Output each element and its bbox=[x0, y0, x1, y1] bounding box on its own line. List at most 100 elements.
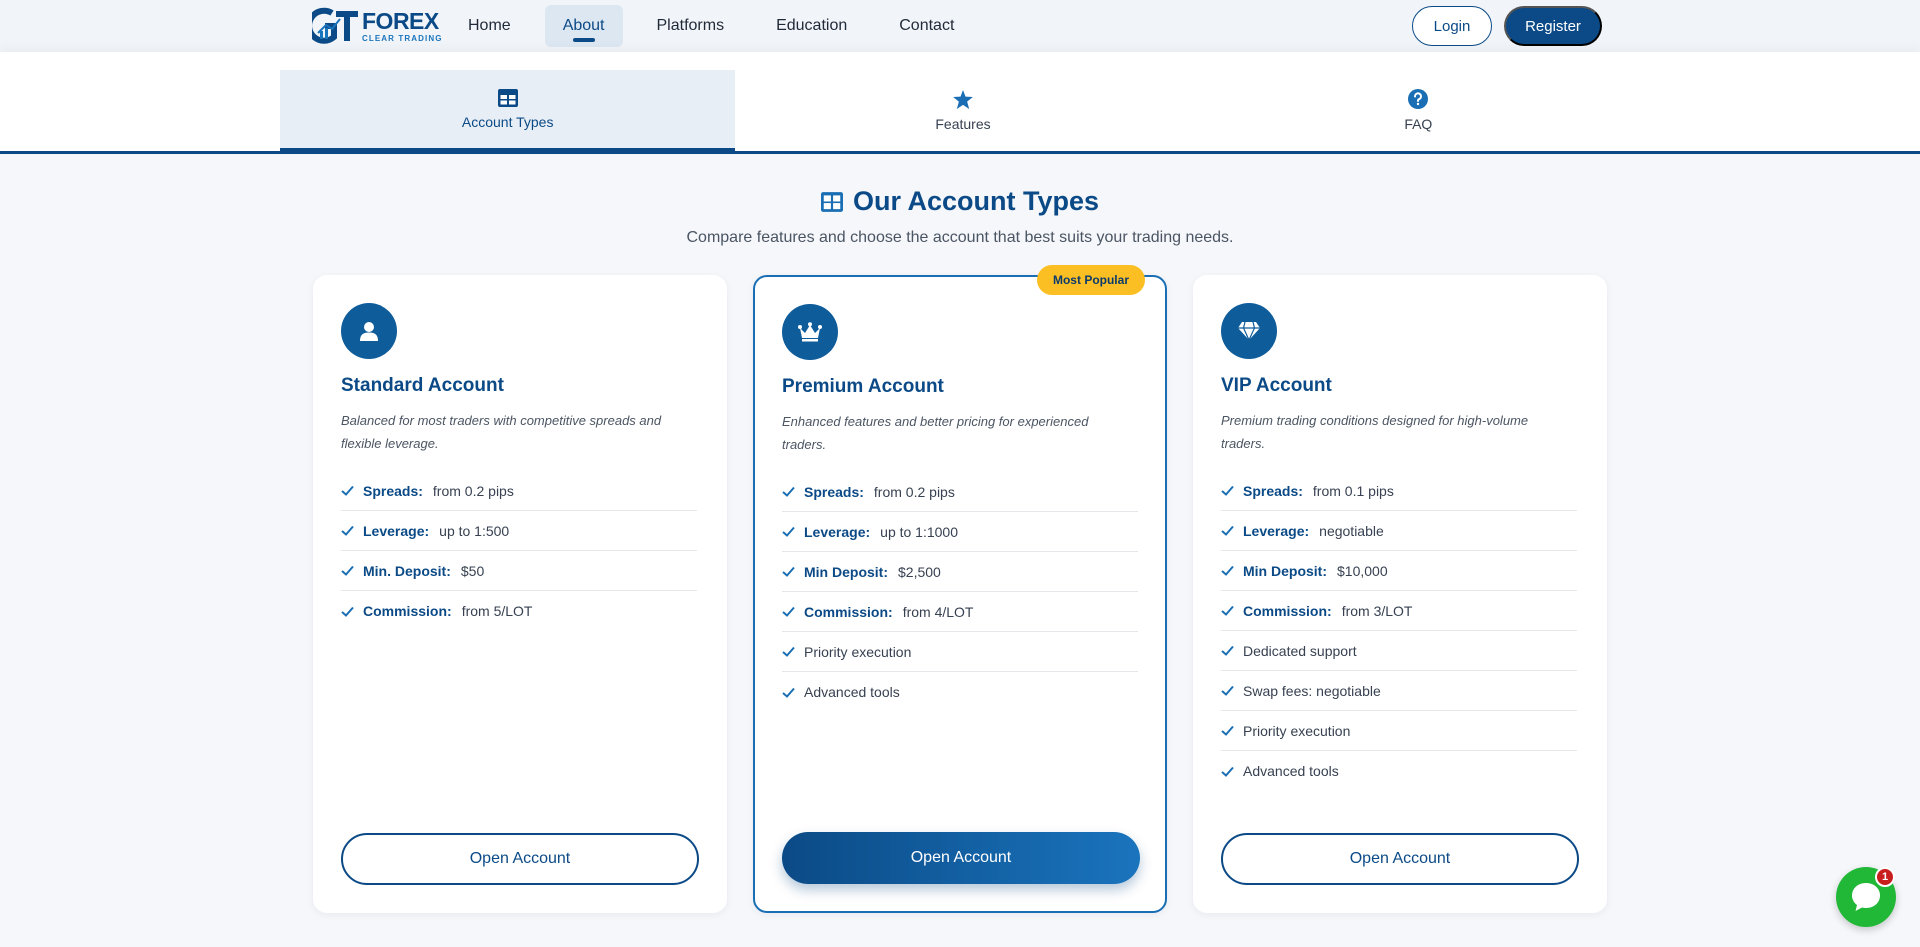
open-vip-account-button[interactable]: Open Account bbox=[1221, 833, 1579, 885]
check-icon bbox=[341, 525, 363, 536]
feature-item: Min. Deposit: $50 bbox=[341, 551, 697, 591]
feature-label: Spreads: bbox=[363, 482, 423, 499]
diamond-icon bbox=[1221, 303, 1277, 359]
feature-value: from 3/LOT bbox=[1341, 602, 1413, 619]
feature-list: Spreads: from 0.1 pips Leverage: negotiabl… bbox=[1221, 471, 1577, 791]
check-icon bbox=[1221, 485, 1243, 496]
standard-account-card: Standard Account Balanced for most trade… bbox=[313, 275, 727, 913]
top-navbar: FOREX CLEAR TRADING Home About Platforms… bbox=[0, 0, 1920, 52]
feature-label: Leverage: bbox=[804, 523, 871, 540]
nav-contact[interactable]: Contact bbox=[881, 5, 972, 47]
star-icon bbox=[953, 89, 973, 109]
most-popular-badge: Most Popular bbox=[1036, 265, 1145, 295]
register-button[interactable]: Register bbox=[1504, 6, 1602, 46]
feature-item: Commission: from 5/LOT bbox=[341, 591, 697, 631]
feature-item: Priority execution bbox=[782, 632, 1138, 672]
feature-value: from 4/LOT bbox=[902, 603, 974, 620]
feature-item: Spreads: from 0.1 pips bbox=[1221, 471, 1577, 511]
feature-item: Min Deposit: $10,000 bbox=[1221, 551, 1577, 591]
feature-value: Priority execution bbox=[1243, 722, 1351, 739]
feature-label: Commission: bbox=[363, 603, 452, 619]
feature-value: negotiable bbox=[1319, 522, 1384, 539]
feature-value: up to 1:500 bbox=[439, 522, 510, 539]
feature-value: Priority execution bbox=[804, 643, 912, 660]
feature-label: Min Deposit: bbox=[804, 563, 888, 580]
feature-value: from 0.1 pips bbox=[1312, 482, 1394, 499]
card-title: Standard Account bbox=[341, 375, 504, 396]
feature-item: Leverage: negotiable bbox=[1221, 511, 1577, 551]
feature-item: Spreads: from 0.2 pips bbox=[341, 471, 697, 511]
brand-logo[interactable]: FOREX CLEAR TRADING bbox=[312, 6, 444, 46]
tab-faq[interactable]: FAQ bbox=[1191, 70, 1646, 151]
nav-platforms[interactable]: Platforms bbox=[639, 5, 743, 47]
feature-label: Spreads: bbox=[1243, 482, 1303, 499]
nav-about[interactable]: About bbox=[544, 5, 623, 47]
check-icon bbox=[1221, 645, 1243, 656]
vip-account-card: VIP Account Premium trading conditions d… bbox=[1193, 275, 1607, 913]
crown-icon bbox=[782, 304, 838, 360]
feature-item: Commission: from 4/LOT bbox=[782, 592, 1138, 632]
table-icon bbox=[497, 88, 518, 107]
feature-label: Commission: bbox=[1243, 602, 1332, 619]
tab-label: Account Types bbox=[461, 113, 554, 130]
tab-label: Features bbox=[935, 115, 991, 132]
feature-item: Advanced tools bbox=[782, 672, 1138, 712]
feature-label: Spreads: bbox=[804, 483, 864, 500]
feature-item: Spreads: from 0.2 pips bbox=[782, 472, 1138, 512]
user-icon bbox=[341, 303, 397, 359]
section-heading: Our Account Types bbox=[0, 186, 1920, 217]
feature-value: Dedicated support bbox=[1243, 642, 1357, 659]
gt-logo-icon bbox=[312, 7, 358, 44]
feature-label: Commission: bbox=[804, 603, 893, 620]
feature-value: from 0.2 pips bbox=[873, 483, 955, 500]
feature-value: $2,500 bbox=[898, 563, 941, 580]
feature-label: Leverage: bbox=[363, 522, 430, 539]
tab-features[interactable]: Features bbox=[735, 70, 1190, 151]
feature-value: Advanced tools bbox=[804, 684, 900, 700]
nav-education[interactable]: Education bbox=[758, 5, 865, 47]
feature-item: Leverage: up to 1:1000 bbox=[782, 512, 1138, 552]
check-icon bbox=[1221, 605, 1243, 616]
check-icon bbox=[1221, 766, 1243, 777]
open-premium-account-button[interactable]: Open Account bbox=[782, 832, 1140, 884]
feature-item: Commission: from 3/LOT bbox=[1221, 591, 1577, 631]
feature-value: $10,000 bbox=[1337, 562, 1388, 579]
chat-notification-badge: 1 bbox=[1875, 867, 1895, 887]
check-icon bbox=[782, 566, 804, 577]
login-button[interactable]: Login bbox=[1412, 6, 1492, 46]
premium-account-card: Most Popular Premium Account Enhanced fe… bbox=[753, 265, 1167, 913]
check-icon bbox=[782, 526, 804, 537]
open-standard-account-button[interactable]: Open Account bbox=[341, 833, 699, 885]
auth-buttons: Login Register bbox=[1412, 6, 1602, 46]
feature-label: Min Deposit: bbox=[1243, 562, 1327, 579]
logo-wordmark: FOREX bbox=[362, 7, 439, 34]
table-icon bbox=[820, 191, 843, 212]
nav-home[interactable]: Home bbox=[450, 5, 529, 47]
feature-label: Min. Deposit: bbox=[363, 562, 451, 579]
feature-value: from 0.2 pips bbox=[432, 482, 514, 499]
page-subtitle: Compare features and choose the account … bbox=[686, 229, 1234, 246]
feature-value: Swap fees: negotiable bbox=[1243, 682, 1381, 699]
check-icon bbox=[1221, 725, 1243, 736]
feature-label: Leverage: bbox=[1243, 522, 1310, 539]
chat-bubble-icon bbox=[1852, 883, 1880, 911]
card-title: Premium Account bbox=[782, 376, 944, 397]
card-description: Premium trading conditions designed for … bbox=[1221, 413, 1529, 451]
logo-tagline: CLEAR TRADING bbox=[362, 33, 443, 43]
feature-value: $50 bbox=[460, 562, 485, 579]
feature-list: Spreads: from 0.2 pips Leverage: up to 1:1… bbox=[782, 472, 1138, 712]
feature-item: Swap fees: negotiable bbox=[1221, 671, 1577, 711]
check-icon bbox=[782, 646, 804, 657]
card-title: VIP Account bbox=[1221, 375, 1332, 396]
feature-item: Advanced tools bbox=[1221, 751, 1577, 791]
feature-value: Advanced tools bbox=[1243, 763, 1339, 779]
card-description: Enhanced features and better pricing for… bbox=[782, 414, 1089, 452]
feature-item: Min Deposit: $2,500 bbox=[782, 552, 1138, 592]
tab-account-types[interactable]: Account Types bbox=[280, 70, 736, 151]
check-icon bbox=[341, 606, 363, 617]
feature-value: from 5/LOT bbox=[461, 603, 533, 619]
question-circle-icon bbox=[1408, 89, 1429, 109]
feature-list: Spreads: from 0.2 pips Leverage: up to 1:5… bbox=[341, 471, 697, 631]
check-icon bbox=[341, 565, 363, 576]
check-icon bbox=[1221, 525, 1243, 536]
